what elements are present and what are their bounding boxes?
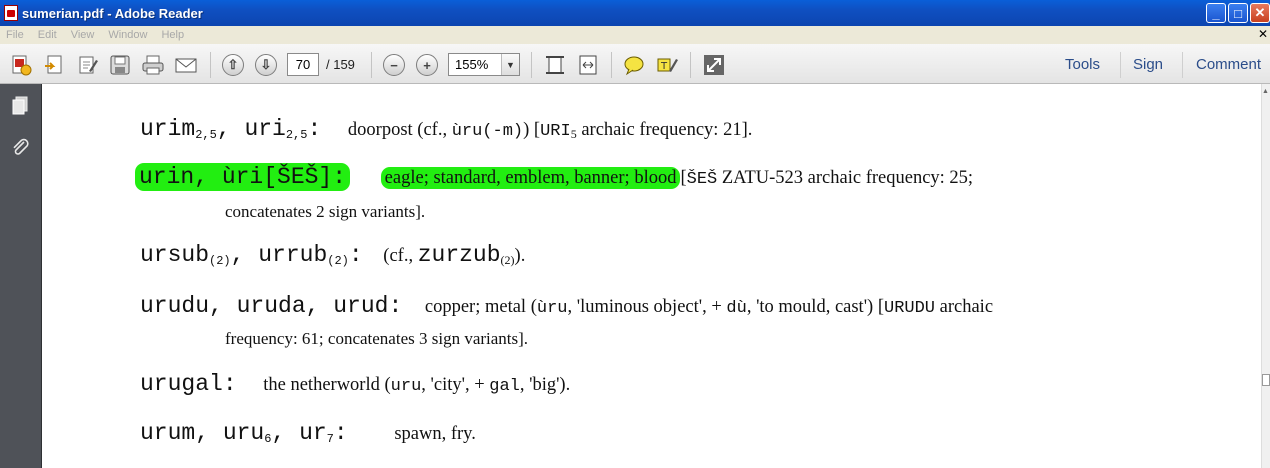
headword: urim2,5, uri2,5: bbox=[140, 116, 322, 142]
fit-page-icon[interactable] bbox=[544, 54, 566, 76]
headword: urum, uru6, ur7: bbox=[140, 420, 348, 446]
highlighted-gloss[interactable]: eagle; standard, emblem, banner; blood bbox=[380, 167, 681, 189]
window-controls: _ □ ✕ bbox=[1206, 3, 1270, 23]
zoom-out-icon[interactable]: − bbox=[383, 54, 405, 76]
minimize-button[interactable]: _ bbox=[1206, 3, 1226, 23]
scroll-up-icon[interactable]: ▲ bbox=[1262, 88, 1269, 95]
highlighted-headword[interactable]: urin, ùri[ŠEŠ]: bbox=[135, 163, 351, 191]
sign-button[interactable]: Sign bbox=[1133, 56, 1163, 73]
continuation-line: frequency: 61; concatenates 3 sign varia… bbox=[225, 329, 529, 348]
save-icon[interactable] bbox=[109, 54, 131, 76]
menu-view[interactable]: View bbox=[71, 29, 95, 41]
entry-ursub: ursub(2), urrub(2): (cf., zurzub(2)). bbox=[140, 242, 525, 268]
edit-icon[interactable] bbox=[77, 54, 99, 76]
scrollbar-thumb[interactable] bbox=[1262, 374, 1270, 386]
headword: urudu, uruda, urud: bbox=[140, 293, 403, 319]
gloss: spawn, fry. bbox=[394, 424, 476, 444]
etymology: (uru, 'city', + gal, 'big'). bbox=[384, 375, 571, 396]
toolbar-separator bbox=[690, 52, 691, 78]
previous-page-button[interactable]: ⇧ bbox=[222, 54, 244, 76]
sign-info: [URUDU archaic bbox=[873, 297, 994, 318]
title-bar: sumerian.pdf - Adobe Reader _ □ ✕ bbox=[0, 0, 1270, 26]
page-down-icon[interactable]: ⇩ bbox=[255, 54, 277, 76]
toolbar-separator bbox=[1120, 52, 1121, 78]
close-button[interactable]: ✕ bbox=[1250, 3, 1270, 23]
gloss: copper; metal bbox=[424, 297, 527, 317]
menu-help[interactable]: Help bbox=[161, 29, 184, 41]
cross-reference: (cf., ùru(-m)) bbox=[417, 120, 530, 141]
etymology: (ùru, 'luminous object', + dù, 'to mould… bbox=[530, 297, 874, 318]
menu-window[interactable]: Window bbox=[108, 29, 147, 41]
pdf-app-icon bbox=[4, 5, 18, 21]
tools-button[interactable]: Tools bbox=[1065, 56, 1100, 73]
menu-close-icon[interactable]: ✕ bbox=[1258, 27, 1268, 41]
toolbar-separator bbox=[371, 52, 372, 78]
toolbar-separator bbox=[210, 52, 211, 78]
navigation-pane bbox=[0, 84, 42, 468]
maximize-button[interactable]: □ bbox=[1228, 3, 1248, 23]
toolbar-separator bbox=[611, 52, 612, 78]
entry-urum: urum, uru6, ur7: spawn, fry. bbox=[140, 420, 476, 446]
headword: urugal: bbox=[140, 371, 237, 397]
print-icon[interactable] bbox=[142, 54, 164, 76]
page-total: / 159 bbox=[326, 57, 355, 72]
continuation-line: concatenates 2 sign variants]. bbox=[225, 202, 426, 221]
zoom-select[interactable]: 155% ▼ bbox=[448, 53, 520, 76]
attachments-icon[interactable] bbox=[9, 136, 31, 158]
zoom-in-icon[interactable]: + bbox=[416, 54, 438, 76]
sign-info: [ŠEŠ ZATU-523 archaic frequency: 25; bbox=[680, 168, 974, 189]
window-title: sumerian.pdf - Adobe Reader bbox=[22, 5, 203, 21]
gloss: the netherworld bbox=[263, 375, 380, 395]
page-thumbnails-icon[interactable] bbox=[9, 94, 31, 116]
menu-bar: File Edit View Window Help ✕ bbox=[0, 26, 1270, 44]
comment-bubble-icon[interactable] bbox=[623, 54, 645, 76]
sign-info: [URI5 archaic frequency: 21]. bbox=[533, 120, 753, 141]
headword: ursub(2), urrub(2): bbox=[140, 242, 363, 268]
vertical-scrollbar[interactable]: ▲ bbox=[1261, 84, 1270, 468]
toolbar-separator bbox=[531, 52, 532, 78]
cross-reference: (cf., zurzub(2)). bbox=[383, 242, 526, 268]
document-page[interactable]: urim2,5, uri2,5: doorpost (cf., ùru(-m))… bbox=[42, 84, 1261, 468]
zoom-out-button[interactable]: − bbox=[383, 54, 405, 76]
page-number-input[interactable]: 70 bbox=[287, 53, 319, 76]
next-page-button[interactable]: ⇩ bbox=[255, 54, 277, 76]
entry-urim: urim2,5, uri2,5: doorpost (cf., ùru(-m))… bbox=[140, 116, 752, 142]
gloss: doorpost bbox=[347, 120, 413, 140]
create-pdf-icon[interactable] bbox=[10, 54, 32, 76]
menu-file[interactable]: File bbox=[6, 29, 24, 41]
export-icon[interactable] bbox=[43, 54, 65, 76]
menu-edit[interactable]: Edit bbox=[38, 29, 57, 41]
zoom-in-button[interactable]: + bbox=[416, 54, 438, 76]
email-icon[interactable] bbox=[175, 54, 197, 76]
comment-button[interactable]: Comment bbox=[1196, 56, 1261, 73]
fullscreen-icon[interactable] bbox=[703, 54, 725, 76]
highlight-icon[interactable]: T bbox=[656, 54, 678, 76]
svg-text:T: T bbox=[660, 61, 668, 72]
entry-urin: urin, ùri[ŠEŠ]: eagle; standard, emblem,… bbox=[135, 163, 974, 191]
zoom-value: 155% bbox=[455, 57, 489, 72]
page-up-icon[interactable]: ⇧ bbox=[222, 54, 244, 76]
toolbar-separator bbox=[1182, 52, 1183, 78]
toolbar: ⇧ ⇩ 70 / 159 − + 155% ▼ T Tools Sign Com… bbox=[0, 44, 1270, 84]
chevron-down-icon[interactable]: ▼ bbox=[501, 54, 519, 75]
entry-urugal: urugal: the netherworld (uru, 'city', + … bbox=[140, 371, 570, 397]
entry-urudu: urudu, uruda, urud: copper; metal (ùru, … bbox=[140, 293, 993, 319]
fit-width-icon[interactable] bbox=[577, 54, 599, 76]
